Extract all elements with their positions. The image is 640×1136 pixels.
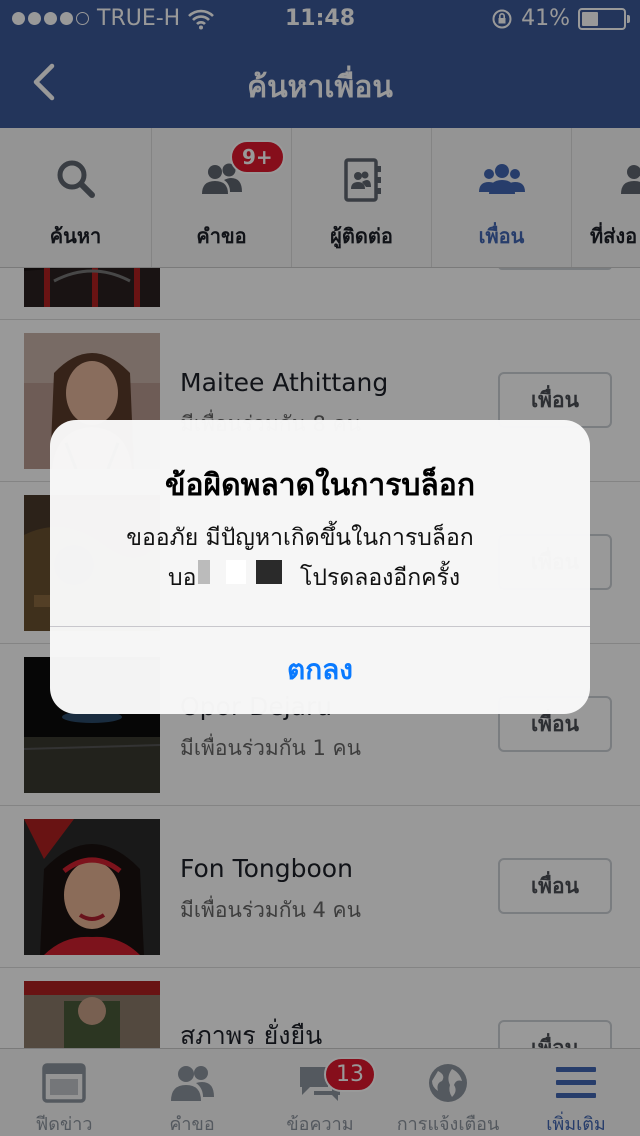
- dialog-message-line1: ขออภัย มีปัญหาเกิดขึ้นในการบล็อก: [126, 525, 474, 551]
- redacted-name: [256, 560, 282, 584]
- redacted-name: [198, 560, 210, 584]
- redacted-name: [226, 560, 246, 584]
- dialog-message-prefix: บอ: [168, 565, 197, 591]
- block-error-dialog: ข้อผิดพลาดในการบล็อก ขออภัย มีปัญหาเกิดข…: [50, 420, 590, 714]
- ok-button[interactable]: ตกลง: [50, 626, 590, 714]
- dialog-message-suffix: โปรดลองอีกครั้ง: [300, 565, 461, 591]
- dialog-title: ข้อผิดพลาดในการบล็อก: [165, 468, 475, 503]
